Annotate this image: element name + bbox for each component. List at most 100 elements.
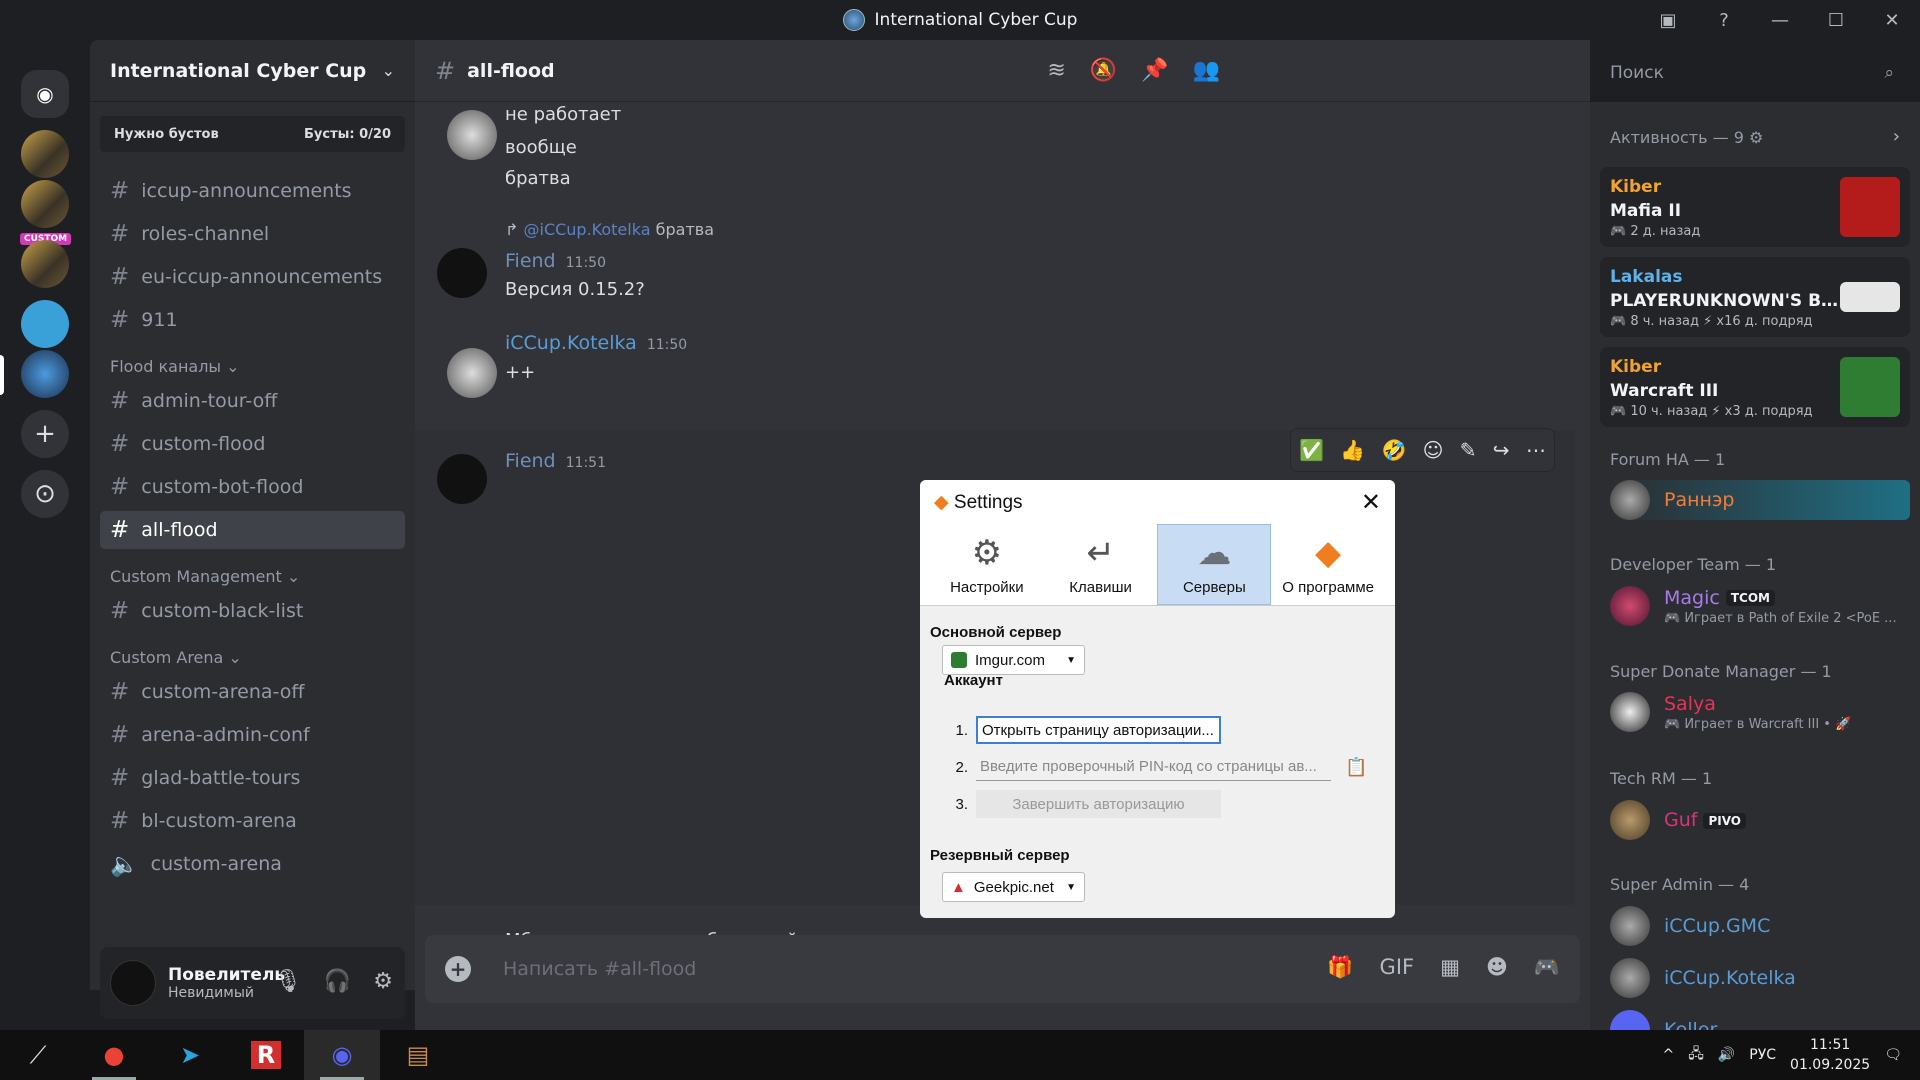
maximize-button[interactable]: ☐	[1808, 0, 1864, 40]
check-reaction-icon[interactable]: ✅	[1299, 438, 1324, 462]
tab-keys[interactable]: ↵ Клавиши	[1044, 524, 1158, 605]
member-item[interactable]: Magic TCOM 🎮 Играет в Path of Exile 2 <Po…	[1610, 586, 1910, 626]
category-management[interactable]: Custom Management ⌄	[100, 567, 405, 586]
activity-card[interactable]: Kiber Mafia II 🎮 2 д. назад	[1600, 167, 1910, 247]
voice-channel-item[interactable]: 🔈 custom-arena	[100, 845, 405, 883]
search-input[interactable]: Поиск ⌕	[1600, 54, 1904, 92]
threads-icon[interactable]: ≋	[1047, 58, 1065, 83]
message-author[interactable]: iCCup.Kotelka 11:50	[505, 332, 687, 354]
channel-item[interactable]: # arena-admin-conf	[100, 716, 405, 754]
boost-bar[interactable]: Нужно бустов Бусты: 0/20	[100, 116, 405, 152]
channel-item[interactable]: # custom-arena-off	[100, 673, 405, 711]
member-item[interactable]: Guf PIVO	[1610, 800, 1910, 840]
tab-settings[interactable]: ⚙ Настройки	[930, 524, 1044, 605]
paste-icon[interactable]: 📋	[1345, 757, 1367, 778]
pin-icon[interactable]: 📌	[1141, 58, 1168, 83]
member-item[interactable]: Salya 🎮 Играет в Warcraft III • 🚀	[1610, 692, 1910, 732]
discord-taskbar-icon[interactable]: ◉	[304, 1030, 380, 1080]
network-icon[interactable]: 🖧	[1688, 1043, 1704, 1067]
finish-auth-button[interactable]: Завершить авторизацию	[976, 790, 1221, 818]
channel-item[interactable]: # custom-black-list	[100, 592, 405, 630]
channel-item[interactable]: #911	[100, 301, 405, 339]
forward-icon[interactable]: ↪	[1493, 438, 1510, 462]
game-icon[interactable]: ▤	[380, 1030, 456, 1080]
members-icon[interactable]: 👥	[1193, 58, 1220, 83]
telegram-icon[interactable]: ➤	[152, 1030, 228, 1080]
headphones-icon[interactable]: 🎧	[324, 969, 351, 994]
avatar[interactable]	[447, 110, 497, 160]
mute-icon[interactable]: 🔕	[1090, 58, 1117, 83]
help-icon[interactable]: ?	[1696, 0, 1752, 40]
pin-input[interactable]: Введите проверочный PIN-код со страницы …	[976, 753, 1331, 781]
channel-item[interactable]: # custom-flood	[100, 425, 405, 463]
channel-item[interactable]: # glad-battle-tours	[100, 759, 405, 797]
main-server-select[interactable]: Imgur.com ▼	[942, 645, 1085, 675]
rockstar-icon[interactable]: R	[228, 1030, 304, 1080]
server-icon-active[interactable]	[21, 350, 69, 398]
add-server-icon[interactable]: +	[21, 410, 69, 458]
discord-home-icon[interactable]: ◉	[21, 70, 69, 118]
discover-icon[interactable]: ⊙	[21, 470, 69, 518]
channel-item[interactable]: # roles-channel	[100, 215, 405, 253]
backup-server-select[interactable]: ▲ Geekpic.net ▼	[942, 872, 1085, 902]
laugh-icon[interactable]: 🤣	[1381, 438, 1406, 462]
tab-servers[interactable]: ☁ Серверы	[1157, 524, 1272, 605]
member-item[interactable]: iCCup.GMC	[1610, 906, 1910, 946]
sticker-icon[interactable]: ▦	[1440, 955, 1460, 980]
server-icon[interactable]	[21, 180, 69, 228]
server-icon[interactable]	[21, 130, 69, 178]
minimize-button[interactable]: —	[1752, 0, 1808, 40]
open-auth-page-button[interactable]: Открыть страницу авторизации...	[976, 716, 1221, 744]
gear-icon[interactable]: ⚙	[373, 969, 393, 994]
channel-item[interactable]: # bl-custom-arena	[100, 802, 405, 840]
gif-icon[interactable]: GIF	[1380, 955, 1415, 980]
thumbs-up-icon[interactable]: 👍	[1340, 438, 1365, 462]
clock[interactable]: 11:51 01.09.2025	[1790, 1035, 1870, 1075]
reply-preview[interactable]: ↱ @iCCup.Kotelka братва	[505, 220, 714, 239]
language-indicator[interactable]: РУС	[1749, 1047, 1776, 1063]
message-author[interactable]: Fiend 11:50	[505, 250, 606, 272]
channel-item[interactable]: # iccup-announcements	[100, 172, 405, 210]
avatar[interactable]	[110, 960, 156, 1006]
activity-card[interactable]: Lakalas PLAYERUNKNOWN'S BATT... 🎮 8 ч. н…	[1600, 257, 1910, 337]
close-icon[interactable]: ✕	[1361, 488, 1381, 517]
activities-icon[interactable]: 🎮	[1534, 955, 1560, 980]
start-icon[interactable]: ⟋	[0, 1030, 76, 1080]
channel-item[interactable]: # custom-bot-flood	[100, 468, 405, 506]
server-icon[interactable]	[21, 240, 69, 288]
inbox-icon[interactable]: ▣	[1640, 0, 1696, 40]
add-reaction-icon[interactable]: ☺	[1423, 438, 1444, 462]
avatar[interactable]	[437, 454, 487, 504]
add-attachment-icon[interactable]: +	[445, 956, 471, 982]
message-input[interactable]: Написать #all-flood	[503, 958, 696, 980]
avatar[interactable]	[437, 248, 487, 298]
edit-icon[interactable]: ✎	[1460, 438, 1477, 462]
gear-icon: ⚙	[971, 534, 1003, 572]
volume-icon[interactable]: 🔊	[1718, 1047, 1735, 1063]
category-arena[interactable]: Custom Arena ⌄	[100, 648, 405, 667]
member-item[interactable]: Раннэр	[1610, 480, 1910, 520]
chevron-right-icon[interactable]: ›	[1893, 126, 1900, 147]
emoji-icon[interactable]: ☻	[1486, 955, 1508, 980]
gear-icon[interactable]: ⚙	[1749, 128, 1763, 147]
notifications-icon[interactable]: 🗨	[1884, 1047, 1902, 1063]
server-header[interactable]: International Cyber Cup ⌄	[90, 40, 415, 102]
chevron-up-icon[interactable]: ^	[1663, 1047, 1675, 1063]
more-icon[interactable]: ⋯	[1526, 438, 1546, 462]
close-button[interactable]: ✕	[1864, 0, 1920, 40]
channel-item-active[interactable]: # all-flood	[100, 511, 405, 549]
message-author[interactable]: Fiend 11:51	[505, 450, 606, 472]
chrome-icon[interactable]: ●	[76, 1030, 152, 1080]
channel-item[interactable]: # eu-iccup-announcements	[100, 258, 405, 296]
app-logo-icon: ◆	[1315, 534, 1342, 572]
member-item[interactable]: iCCup.Kotelka	[1610, 958, 1910, 998]
tab-about[interactable]: ◆ О программе	[1271, 524, 1385, 605]
avatar[interactable]	[447, 348, 497, 398]
member-item[interactable]: Keller	[1610, 1010, 1910, 1030]
activity-card[interactable]: Kiber Warcraft III 🎮 10 ч. назад ⚡ x3 д.…	[1600, 347, 1910, 427]
gift-icon[interactable]: 🎁	[1327, 955, 1353, 980]
category-flood[interactable]: Flood каналы ⌄	[100, 357, 405, 376]
channel-item[interactable]: # admin-tour-off	[100, 382, 405, 420]
server-icon[interactable]	[21, 300, 69, 348]
microphone-icon[interactable]: 🎙	[274, 969, 302, 994]
